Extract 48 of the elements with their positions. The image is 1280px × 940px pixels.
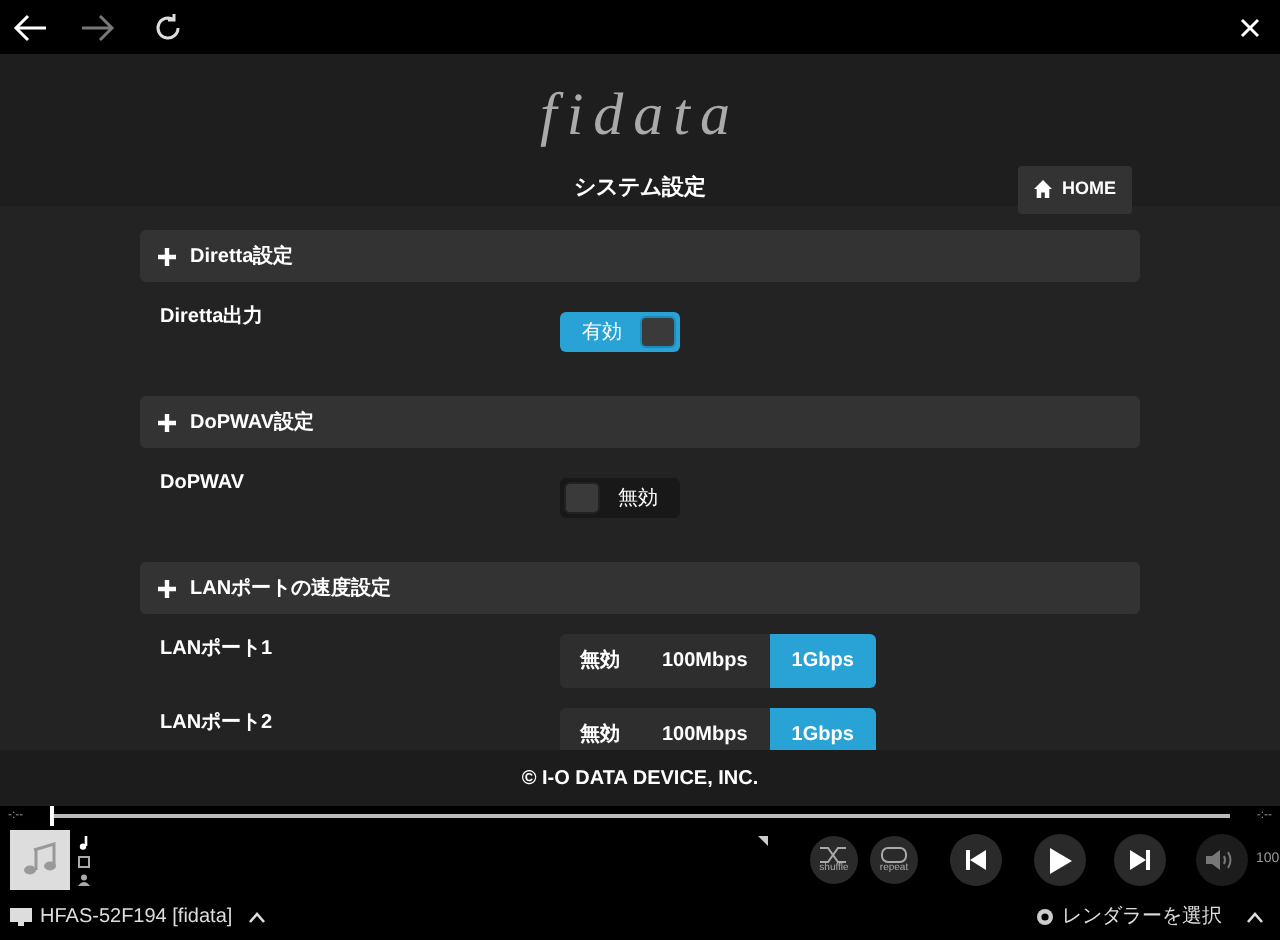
device-name[interactable]: HFAS-52F194 [fidata] [40, 902, 233, 932]
segment-button[interactable]: 100Mbps [640, 708, 770, 750]
next-icon [1128, 848, 1152, 872]
play-button[interactable] [1034, 834, 1086, 886]
home-button[interactable]: HOME [1018, 166, 1132, 213]
segment-button[interactable]: 100Mbps [640, 634, 770, 688]
renderer-select[interactable]: レンダラーを選択 [1062, 902, 1222, 932]
person-icon [78, 873, 90, 885]
toggle-knob [564, 482, 600, 514]
toggle-knob [640, 316, 676, 348]
setting-label: LANポート2 [160, 712, 273, 734]
plus-icon [158, 247, 176, 265]
segment-button[interactable]: 無効 [560, 708, 640, 750]
section-header[interactable]: DoPWAV設定 [140, 396, 1140, 448]
music-note-icon [22, 842, 58, 878]
caret-icon[interactable] [248, 911, 267, 923]
reload-icon[interactable] [152, 11, 184, 43]
note-icon [78, 835, 90, 849]
previous-button[interactable] [950, 834, 1002, 886]
logo: fidata [539, 86, 740, 146]
setting-label: Diretta出力 [160, 306, 264, 328]
toggle-switch[interactable]: 無効 [560, 478, 680, 518]
section-title: DoPWAV設定 [190, 408, 315, 437]
setting-label: DoPWAV [160, 472, 245, 494]
corner-icon [758, 836, 768, 846]
volume-button[interactable] [1196, 834, 1248, 886]
close-icon[interactable] [1240, 17, 1260, 37]
copyright-text: © I-O DATA DEVICE, INC. [521, 765, 759, 793]
renderer-icon [1036, 908, 1054, 926]
section-header[interactable]: Diretta設定 [140, 230, 1140, 282]
repeat-icon [880, 846, 908, 864]
next-button[interactable] [1114, 834, 1166, 886]
shuffle-icon [820, 846, 848, 864]
previous-icon [964, 848, 988, 872]
home-icon [1034, 180, 1052, 199]
play-icon [1048, 847, 1072, 873]
caret-icon[interactable] [1246, 911, 1264, 923]
monitor-icon [10, 908, 32, 926]
plus-icon [158, 579, 176, 597]
segment-button[interactable]: 無効 [560, 634, 640, 688]
plus-icon [158, 413, 176, 431]
page-title: システム設定 [574, 173, 706, 204]
forward-arrow-icon[interactable] [80, 11, 116, 43]
setting-label: LANポート1 [160, 638, 273, 660]
section-title: LANポートの速度設定 [190, 574, 392, 603]
section-title: Diretta設定 [190, 242, 294, 271]
back-arrow-icon[interactable] [12, 11, 48, 43]
section-header[interactable]: LANポートの速度設定 [140, 562, 1140, 614]
